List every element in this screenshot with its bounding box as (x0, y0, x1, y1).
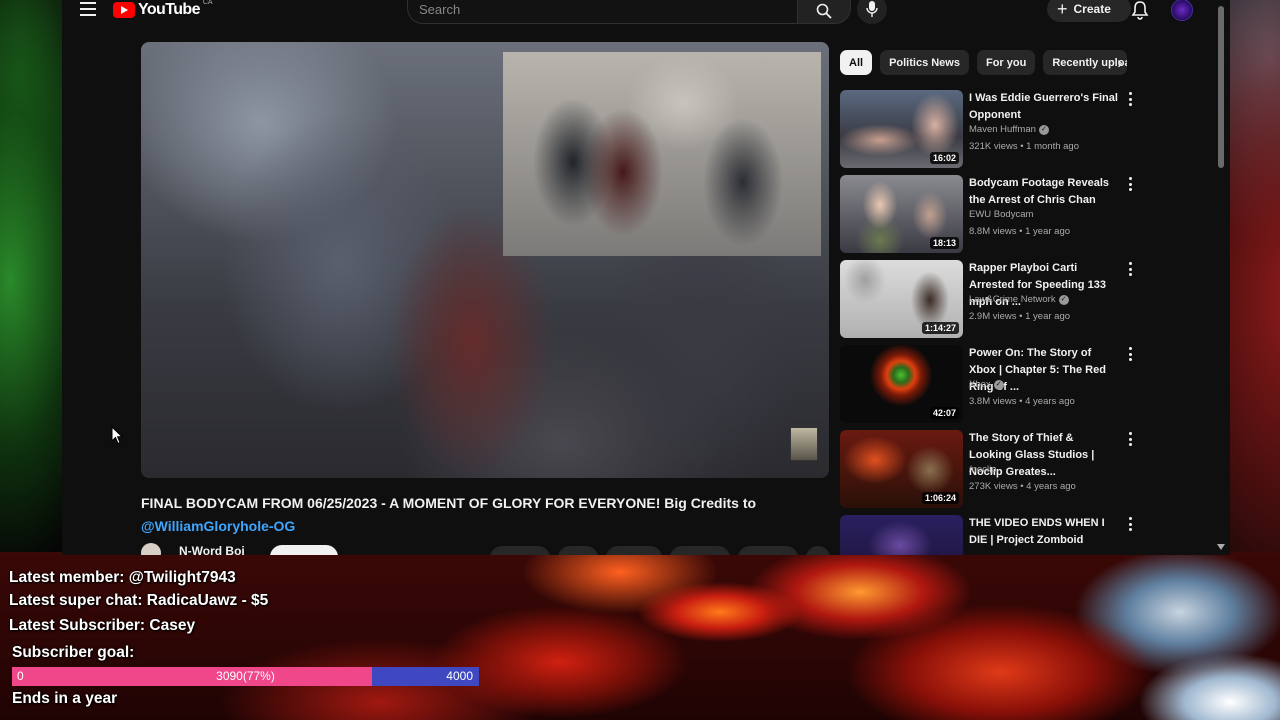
clip-button[interactable] (738, 546, 798, 555)
more-actions-button[interactable] (806, 546, 830, 555)
rec-meta: 8.8M views • 1 year ago (969, 226, 1071, 237)
more-options-icon[interactable] (1127, 92, 1133, 106)
list-item[interactable]: 18:13 Bodycam Footage Reveals the Arrest… (840, 175, 1190, 255)
more-options-icon[interactable] (1127, 347, 1133, 361)
rec-title[interactable]: THE VIDEO ENDS WHEN I DIE | Project Zomb… (969, 515, 1119, 549)
latest-subscriber: Latest Subscriber: Casey (9, 617, 196, 634)
rec-title[interactable]: I Was Eddie Guerrero's Final Opponent (969, 90, 1119, 124)
verified-icon: ✓ (993, 379, 1004, 390)
subscriber-goal-bar: 0 3090(77%) 4000 (12, 667, 479, 686)
rec-meta: 273K views • 4 years ago (969, 481, 1076, 492)
list-item[interactable]: 1:06:24 The Story of Thief & Looking Gla… (840, 430, 1190, 510)
plus-icon: + (1057, 0, 1068, 19)
duration-badge: 1:14:27 (921, 322, 959, 334)
create-label: Create (1073, 2, 1111, 16)
video-player[interactable] (141, 42, 829, 478)
subscriber-goal-label: Subscriber goal: (12, 644, 135, 661)
rec-channel-name: /noclip (969, 464, 997, 475)
rec-channel-name: Law&Crime Network (969, 294, 1056, 305)
rec-meta: 2.9M views • 1 year ago (969, 311, 1071, 322)
mic-icon (866, 1, 878, 17)
youtube-logo[interactable]: YouTube CA (113, 0, 213, 19)
list-item[interactable]: 1:14:27 Rapper Playboi Carti Arrested fo… (840, 260, 1190, 340)
bell-icon (1131, 1, 1149, 20)
rec-channel-name: Xbox (969, 379, 991, 390)
rec-channel-name: Maven Huffman (969, 124, 1036, 135)
duration-badge: 16:02 (929, 152, 959, 164)
voice-search-button[interactable] (857, 0, 887, 24)
search-input[interactable]: Search (407, 0, 799, 24)
goal-ends-text: Ends in a year (12, 690, 118, 707)
masthead: YouTube CA Search + Create (62, 0, 1230, 24)
rec-title[interactable]: Bodycam Footage Reveals the Arrest of Ch… (969, 175, 1119, 209)
logo-text: YouTube (138, 1, 200, 18)
youtube-logo-icon (113, 2, 135, 18)
list-item[interactable]: 42:07 Power On: The Story of Xbox | Chap… (840, 345, 1190, 425)
rec-channel[interactable]: EWU Bodycam (969, 209, 1033, 220)
video-thumbnail[interactable]: 18:13 (840, 175, 963, 253)
rec-channel[interactable]: /noclip (969, 464, 996, 475)
video-thumbnail[interactable]: 42:07 (840, 345, 963, 423)
list-item[interactable]: THE VIDEO ENDS WHEN I DIE | Project Zomb… (840, 515, 1190, 555)
scrollbar[interactable] (1218, 6, 1224, 168)
duration-badge: 18:13 (929, 237, 959, 249)
more-options-icon[interactable] (1127, 262, 1133, 276)
mouse-cursor-icon (111, 426, 123, 445)
video-thumbnail[interactable] (840, 515, 963, 555)
video-inset-frame (503, 52, 821, 256)
rec-channel[interactable]: Law&Crime Network ✓ (969, 294, 1069, 305)
subscribe-button[interactable] (270, 545, 338, 555)
rec-channel-name: EWU Bodycam (969, 209, 1034, 220)
share-button[interactable] (606, 546, 662, 555)
mention-link[interactable]: @WilliamGloryhole-OG (141, 515, 821, 538)
rec-channel[interactable]: Xbox ✓ (969, 379, 1004, 390)
channel-watermark[interactable] (790, 427, 818, 461)
video-title-text: FINAL BODYCAM FROM 06/25/2023 - A MOMENT… (141, 495, 757, 511)
search-button[interactable] (797, 0, 851, 24)
more-options-icon[interactable] (1127, 177, 1133, 191)
duration-badge: 1:06:24 (921, 492, 959, 504)
youtube-window: YouTube CA Search + Create FINAL BODYCAM… (62, 0, 1230, 555)
menu-icon[interactable] (80, 2, 96, 16)
list-item[interactable]: 16:02 I Was Eddie Guerrero's Final Oppon… (840, 90, 1190, 170)
filter-chips: All Politics News For you Recently uploa… (840, 50, 1128, 75)
goal-current-value: 3090(77%) (216, 669, 275, 683)
video-thumbnail[interactable]: 1:14:27 (840, 260, 963, 338)
search-placeholder: Search (419, 2, 461, 17)
verified-icon: ✓ (1058, 294, 1069, 305)
channel-name[interactable]: N-Word Boi (179, 544, 245, 555)
goal-target-value: 4000 (446, 669, 473, 683)
channel-avatar[interactable] (141, 543, 161, 555)
chip-for-you[interactable]: For you (976, 50, 1036, 75)
rec-channel[interactable]: Maven Huffman ✓ (969, 124, 1049, 135)
rec-meta: 3.8M views • 4 years ago (969, 396, 1075, 407)
search-icon (816, 3, 832, 19)
video-thumbnail[interactable]: 1:06:24 (840, 430, 963, 508)
video-title: FINAL BODYCAM FROM 06/25/2023 - A MOMENT… (141, 492, 821, 538)
notifications-button[interactable] (1131, 0, 1149, 25)
account-avatar[interactable] (1171, 0, 1193, 21)
video-thumbnail[interactable]: 16:02 (840, 90, 963, 168)
chip-politics-news[interactable]: Politics News (880, 50, 969, 75)
chevron-right-icon[interactable]: › (1108, 52, 1132, 74)
like-button[interactable] (490, 546, 550, 555)
more-options-icon[interactable] (1127, 517, 1133, 531)
verified-icon: ✓ (1038, 124, 1049, 135)
latest-member: Latest member: @Twilight7943 (9, 569, 236, 586)
duration-badge: 42:07 (929, 407, 959, 419)
more-options-icon[interactable] (1127, 432, 1133, 446)
logo-country: CA (202, 0, 213, 6)
dislike-button[interactable] (558, 546, 598, 555)
create-button[interactable]: + Create (1047, 0, 1131, 22)
scroll-down-arrow[interactable] (1217, 544, 1225, 550)
chip-all[interactable]: All (840, 50, 873, 75)
save-button[interactable] (670, 546, 730, 555)
rec-meta: 321K views • 1 month ago (969, 141, 1080, 152)
latest-superchat: Latest super chat: RadicaUawz - $5 (9, 592, 269, 609)
